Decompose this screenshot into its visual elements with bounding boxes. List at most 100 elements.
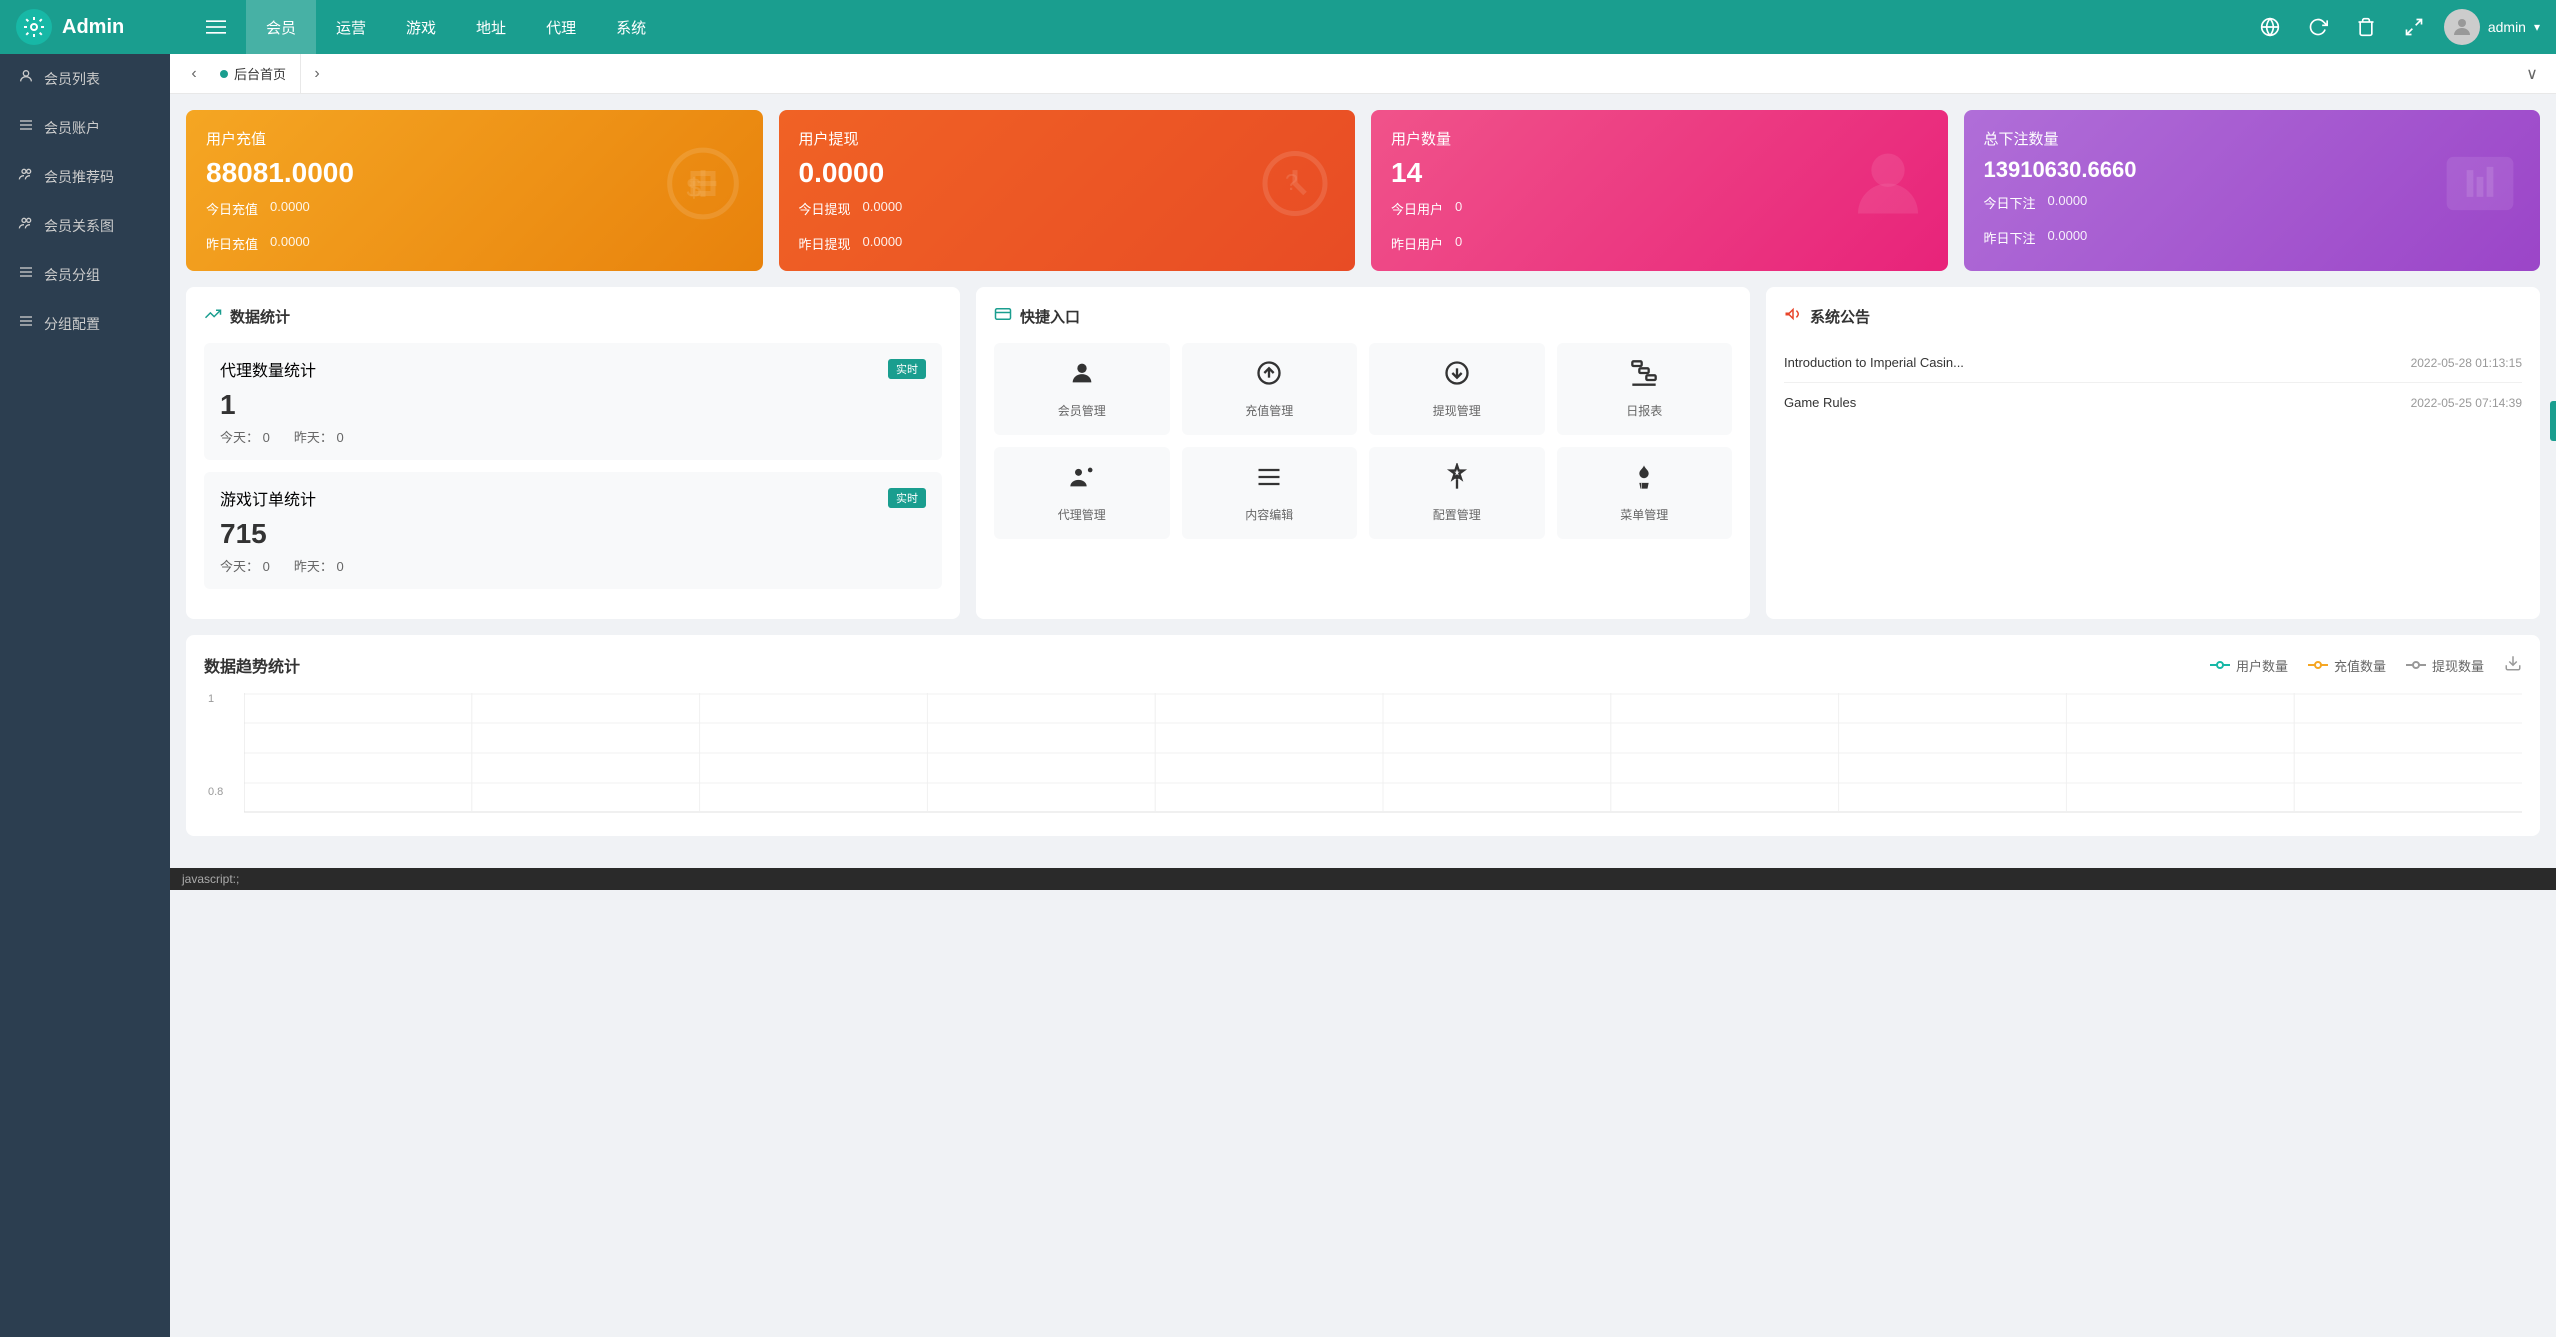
announcement-text-0: Introduction to Imperial Casin...	[1784, 355, 1964, 370]
bottom-panels: 数据统计 代理数量统计 实时 1 今天： 0	[186, 287, 2540, 619]
tab-dot	[220, 70, 228, 78]
recharge-yesterday-value: 0.0000	[270, 234, 310, 253]
nav-proxy[interactable]: 代理	[526, 0, 596, 54]
tab-expand-btn[interactable]: ∨	[2520, 62, 2544, 86]
svg-text:?: ?	[1285, 169, 1298, 195]
agent-realtime-badge: 实时	[888, 359, 926, 379]
agent-stat-block: 代理数量统计 实时 1 今天： 0 昨天： 0	[204, 343, 942, 460]
sidebar-item-member-list[interactable]: 会员列表	[0, 54, 170, 103]
game-label: 游戏订单统计	[220, 486, 316, 510]
stat-card-total-bets: 总下注数量 13910630.6660 今日下注 0.0000 昨日下注 0.0…	[1964, 110, 2541, 271]
quick-content-edit[interactable]: 内容编辑	[1182, 447, 1358, 539]
recharge-yesterday-label: 昨日充值	[206, 234, 258, 253]
sidebar-label-member-list: 会员列表	[44, 69, 100, 89]
nav-member[interactable]: 会员	[246, 0, 316, 54]
game-today-label: 今天： 0	[220, 556, 270, 575]
quick-menu-mgmt[interactable]: 菜单管理	[1557, 447, 1733, 539]
quick-withdraw-label: 提现管理	[1433, 402, 1481, 419]
announcement-item-0[interactable]: Introduction to Imperial Casin... 2022-0…	[1784, 343, 2522, 383]
expand-icon[interactable]	[2396, 9, 2432, 45]
withdraw-today-value: 0.0000	[863, 199, 903, 218]
sidebar-label-member-account: 会员账户	[44, 118, 100, 138]
quick-agent-icon	[1068, 463, 1096, 498]
nav-system[interactable]: 系统	[596, 0, 666, 54]
quick-config-icon	[1443, 463, 1471, 498]
nav-toggle[interactable]	[186, 0, 246, 54]
nav-address[interactable]: 地址	[456, 0, 526, 54]
sidebar-item-member-group[interactable]: 会员分组	[0, 250, 170, 299]
sidebar-item-member-tree[interactable]: 会员关系图	[0, 201, 170, 250]
quick-agent-label: 代理管理	[1058, 506, 1106, 523]
tab-prev-btn[interactable]: ‹	[182, 62, 206, 86]
quick-report-label: 日报表	[1626, 402, 1662, 419]
quick-grid: 会员管理 充值管理	[994, 343, 1732, 539]
legend-recharge-label: 充值数量	[2334, 656, 2386, 675]
svg-text:$: $	[686, 172, 701, 202]
recharge-today-label: 今日充值	[206, 199, 258, 218]
y-label-2: 0.8	[208, 786, 223, 798]
legend-users-label: 用户数量	[2236, 656, 2288, 675]
chart-trend-icon	[204, 305, 222, 327]
trend-chart-svg	[244, 693, 2522, 813]
megaphone-icon	[1784, 305, 1802, 327]
trend-title: 数据趋势统计	[204, 653, 300, 677]
withdraw-yesterday-value: 0.0000	[863, 234, 903, 253]
game-stat-block: 游戏订单统计 实时 715 今天： 0 昨天： 0	[204, 472, 942, 589]
quick-menu-label: 菜单管理	[1620, 506, 1668, 523]
total-bets-today-label: 今日下注	[1984, 193, 2036, 212]
tab-next-btn[interactable]: ›	[305, 62, 329, 86]
legend-users: 用户数量	[2210, 656, 2288, 675]
quick-member-mgmt[interactable]: 会员管理	[994, 343, 1170, 435]
legend-withdraw-label: 提现数量	[2432, 656, 2484, 675]
sidebar-item-member-account[interactable]: 会员账户	[0, 103, 170, 152]
announcement-item-1[interactable]: Game Rules 2022-05-25 07:14:39	[1784, 383, 2522, 422]
announcement-title: 系统公告	[1784, 305, 2522, 327]
header-right: admin ▾	[2252, 9, 2540, 45]
quick-config-mgmt[interactable]: 配置管理	[1369, 447, 1545, 539]
tab-home[interactable]: 后台首页	[206, 54, 301, 94]
game-yesterday-label: 昨天： 0	[294, 556, 344, 575]
sidebar: 会员列表 会员账户 会员推荐码 会员关系图 会员分组	[0, 54, 170, 1337]
system-announcement-panel: 系统公告 Introduction to Imperial Casin... 2…	[1766, 287, 2540, 619]
withdraw-yesterday-label: 昨日提现	[799, 234, 851, 253]
quick-content-icon	[1255, 463, 1283, 498]
quick-content-label: 内容编辑	[1245, 506, 1293, 523]
sidebar-label-member-tree: 会员关系图	[44, 216, 114, 236]
delete-icon[interactable]	[2348, 9, 2384, 45]
agent-yesterday-label: 昨天： 0	[294, 427, 344, 446]
chart-container: 1 0.8	[204, 693, 2522, 818]
refresh-icon[interactable]	[2300, 9, 2336, 45]
agent-label: 代理数量统计	[220, 357, 316, 381]
trend-panel: 数据趋势统计 用户数量	[186, 635, 2540, 836]
group-config-icon	[18, 313, 34, 334]
green-edge-bar	[2550, 401, 2556, 441]
quick-recharge-mgmt[interactable]: 充值管理	[1182, 343, 1358, 435]
total-bets-yesterday-label: 昨日下注	[1984, 228, 2036, 247]
main-layout: 会员列表 会员账户 会员推荐码 会员关系图 会员分组	[0, 54, 2556, 1337]
announcement-date-1: 2022-05-25 07:14:39	[2411, 396, 2522, 410]
quick-agent-mgmt[interactable]: 代理管理	[994, 447, 1170, 539]
dropdown-icon: ▾	[2534, 20, 2540, 34]
nav-ops[interactable]: 运营	[316, 0, 386, 54]
quick-withdraw-mgmt[interactable]: 提现管理	[1369, 343, 1545, 435]
globe-icon[interactable]	[2252, 9, 2288, 45]
user-avatar-area[interactable]: admin ▾	[2444, 9, 2540, 45]
sidebar-label-member-referral: 会员推荐码	[44, 167, 114, 187]
nav-game[interactable]: 游戏	[386, 0, 456, 54]
sidebar-label-member-group: 会员分组	[44, 265, 100, 285]
data-stats-label: 数据统计	[230, 306, 290, 327]
member-group-icon	[18, 264, 34, 285]
users-yesterday-label: 昨日用户	[1391, 234, 1443, 253]
logo-icon	[16, 9, 52, 45]
content-area: ‹ 后台首页 › ∨ 用户充值 88081.0000 今日充值 0.0	[170, 54, 2556, 1337]
avatar	[2444, 9, 2480, 45]
sidebar-item-member-referral[interactable]: 会员推荐码	[0, 152, 170, 201]
trend-download-btn[interactable]	[2504, 654, 2522, 677]
total-bets-icon	[2440, 143, 2520, 238]
stat-card-users: 用户数量 14 今日用户 0 昨日用户 0	[1371, 110, 1948, 271]
quick-access-label: 快捷入口	[1020, 306, 1080, 327]
quick-daily-report[interactable]: 日报表	[1557, 343, 1733, 435]
trend-legend: 用户数量 充值数量	[2210, 656, 2484, 675]
admin-name: admin	[2488, 19, 2526, 35]
sidebar-item-group-config[interactable]: 分组配置	[0, 299, 170, 348]
